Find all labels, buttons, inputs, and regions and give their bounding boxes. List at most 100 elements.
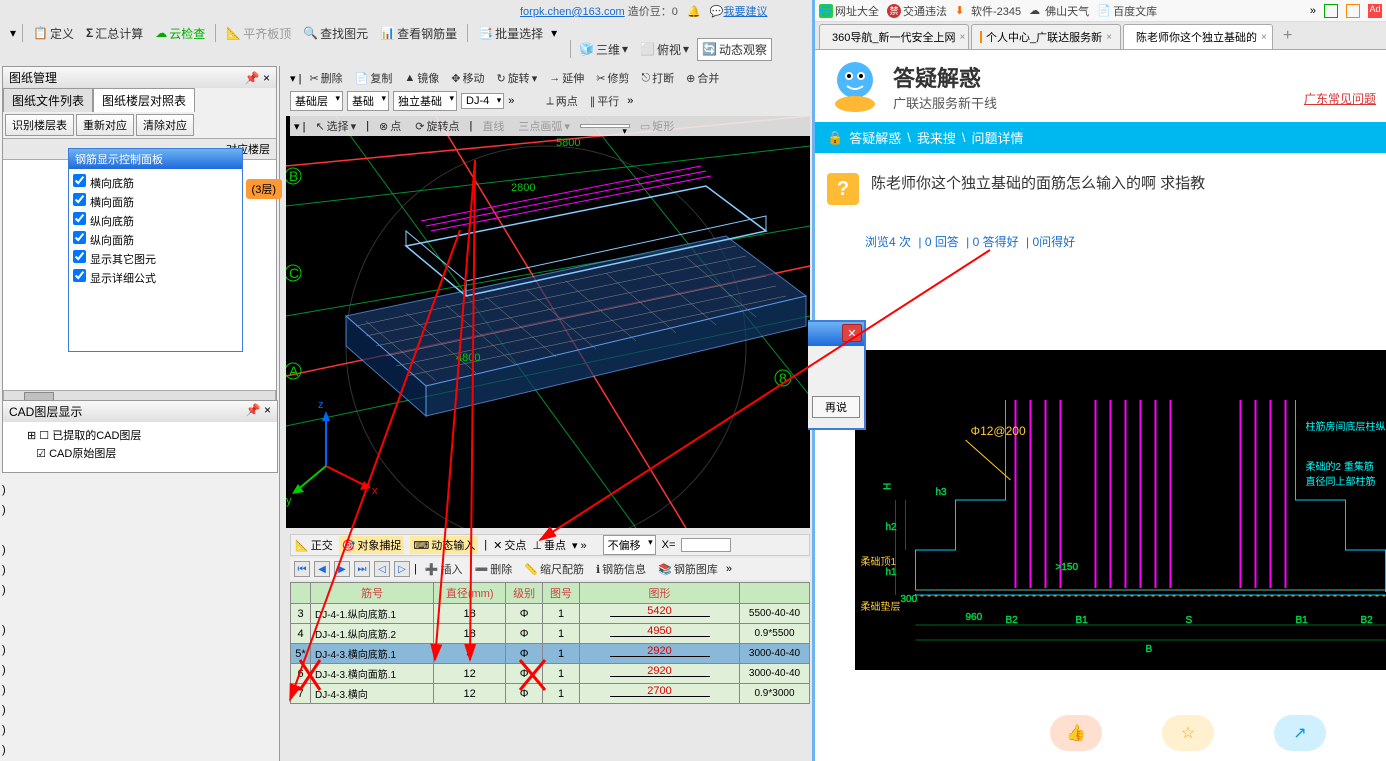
expand-icon[interactable]: » [726, 563, 732, 575]
suggest-link[interactable]: 我要建议 [723, 6, 767, 18]
btn-extend[interactable]: →延伸 [545, 68, 588, 88]
chk-intersect[interactable]: ✕交点 [493, 537, 526, 553]
bt-weather[interactable]: ☁佛山天气 [1029, 3, 1089, 19]
rebar-panel-title[interactable]: 钢筋显示控制面板 [69, 149, 242, 169]
browser-tab[interactable]: 个人中心_广联达服务新× [971, 24, 1121, 49]
chk-item-1[interactable]: 横向面筋 [73, 192, 238, 211]
expand-icon[interactable]: » [508, 95, 514, 107]
dd-empty[interactable] [580, 124, 630, 128]
nav-next2[interactable]: ▷ [394, 561, 410, 577]
more-icon[interactable]: ▾ » [572, 539, 587, 552]
dropdown-icon[interactable]: ▾ [10, 26, 16, 40]
btn-info[interactable]: ℹ钢筋信息 [592, 559, 650, 579]
chk-ortho[interactable]: 📐正交 [295, 537, 333, 553]
cloudcheck-button[interactable]: ☁云检查 [151, 23, 209, 44]
nav-prev2[interactable]: ◁ [374, 561, 390, 577]
dialog-close-button[interactable]: ✕ [842, 324, 862, 342]
close-icon[interactable]: × [264, 403, 271, 417]
cad-drawing-view[interactable]: h1 h2 H h3 >150 960 B2 B1 S B1 B2 B 300 … [855, 350, 1386, 670]
like-button[interactable]: 👍 [1050, 715, 1102, 751]
x-input[interactable] [681, 538, 731, 552]
dynview-button[interactable]: 🔄动态观察 [697, 38, 772, 61]
btn-clearmap[interactable]: 清除对应 [136, 114, 194, 136]
bt-software[interactable]: ⬇软件-2345 [955, 3, 1021, 19]
bc-home[interactable]: 答疑解惑 [849, 128, 901, 147]
chk-item-3[interactable]: 纵向面筋 [73, 230, 238, 249]
bt-sites[interactable]: 🌐网址大全 [819, 3, 879, 19]
browser-tab-active[interactable]: 陈老师你这个独立基础的× [1123, 24, 1273, 49]
close-icon[interactable]: × [1261, 32, 1267, 43]
btn-parallel[interactable]: ∥平行 [586, 91, 624, 111]
more-icon[interactable]: » [1310, 5, 1316, 17]
sq-icon[interactable] [1346, 4, 1360, 18]
chk-item-5[interactable]: 显示详细公式 [73, 268, 238, 287]
pin-icon[interactable]: 📌 [246, 403, 261, 417]
btn-rect[interactable]: ▭矩形 [636, 116, 678, 136]
dd-floor[interactable]: 基础层 [290, 91, 343, 111]
dd-category[interactable]: 基础 [347, 91, 389, 111]
rebar-table[interactable]: 筋号 直径(mm) 级别 图号 图形 3DJ-4-1.纵向底筋.1 18Φ1 5… [290, 582, 810, 704]
btn-merge[interactable]: ⊕合并 [682, 68, 723, 88]
btn-twopoint[interactable]: ⟂两点 [542, 91, 581, 111]
dd-noshift[interactable]: 不偏移 [603, 535, 656, 555]
nav-prev[interactable]: ◀ [314, 561, 330, 577]
flatten-button[interactable]: 📐平齐板顶 [222, 23, 295, 44]
btn-delete-row[interactable]: ➖删除 [471, 559, 517, 579]
tree-item-extracted[interactable]: ⊞ ☐ 已提取的CAD图层 [7, 426, 273, 444]
tab-floormap[interactable]: 图纸楼层对照表 [93, 88, 195, 112]
close-icon[interactable]: × [1106, 32, 1112, 43]
btn-trim[interactable]: ✂修剪 [592, 68, 633, 88]
faq-link[interactable]: 广东常见问题 [1304, 90, 1376, 107]
bt-traffic[interactable]: 禁交通违法 [887, 3, 947, 19]
dd-type[interactable]: 独立基础 [393, 91, 457, 111]
btn-lib[interactable]: 📚钢筋图库 [654, 559, 722, 579]
3d-button[interactable]: 🧊三维 ▾ [575, 39, 632, 60]
viewrebar-button[interactable]: 📊查看钢筋量 [376, 23, 461, 44]
close-icon[interactable]: × [959, 32, 965, 43]
btn-move[interactable]: ✥移动 [447, 68, 488, 88]
dropdown-icon[interactable]: ▾ [551, 26, 557, 40]
browser-tab[interactable]: 360导航_新一代安全上网× [819, 24, 969, 49]
nav-next[interactable]: ▶ [334, 561, 350, 577]
tree-item-original[interactable]: ☑ CAD原始图层 [7, 444, 273, 462]
btn-delete[interactable]: ✂删除 [305, 68, 346, 88]
nav-first[interactable]: ⏮ [294, 561, 310, 577]
findgraph-button[interactable]: 🔍查找图元 [299, 23, 372, 44]
3d-viewport[interactable]: C B A 8 5800 2800 4800 z x y [286, 116, 810, 528]
btn-break[interactable]: ⎋打断 [637, 68, 678, 88]
btn-rotate[interactable]: ↻旋转 ▾ [492, 68, 541, 88]
dialog-later-button[interactable]: 再说 [812, 396, 860, 418]
tab-filelist[interactable]: 图纸文件列表 [3, 88, 93, 112]
star-button[interactable]: ☆ [1162, 715, 1214, 751]
close-icon[interactable]: × [263, 71, 270, 85]
btn-select[interactable]: ↖选择 ▾ [311, 116, 360, 136]
user-email[interactable]: forpk.chen@163.com [520, 6, 625, 18]
pin-icon[interactable]: 📌 [245, 71, 260, 85]
chk-objsnap[interactable]: 🎯对象捕捉 [339, 536, 405, 554]
sumcalc-button[interactable]: Σ 汇总计算 [82, 23, 147, 44]
define-button[interactable]: 📋定义 [29, 23, 78, 44]
chk-item-0[interactable]: 横向底筋 [73, 173, 238, 192]
dropdown-icon[interactable]: ▾ | [294, 120, 305, 133]
chk-item-2[interactable]: 纵向底筋 [73, 211, 238, 230]
btn-rotpoint[interactable]: ⟳旋转点 [411, 116, 463, 136]
topview-button[interactable]: ⬜俯视 ▾ [636, 39, 693, 60]
share-button[interactable]: ↗ [1274, 715, 1326, 751]
chk-dyninput[interactable]: ⌨动态输入 [410, 536, 478, 554]
bt-wenku[interactable]: 📄百度文库 [1097, 3, 1157, 19]
dd-component[interactable]: DJ-4 [461, 93, 504, 109]
btn-scale[interactable]: 📏缩尺配筋 [520, 559, 588, 579]
btn-copy[interactable]: 📄复制 [351, 68, 397, 88]
nav-last[interactable]: ⏭ [354, 561, 370, 577]
expand-icon[interactable]: » [627, 95, 633, 107]
btn-insert[interactable]: ➕插入 [421, 559, 467, 579]
bc-search[interactable]: 我来搜 [917, 128, 956, 147]
bell-icon[interactable]: 🔔 [687, 6, 701, 18]
btn-mirror[interactable]: ▲镜像 [400, 68, 443, 88]
dropdown-icon[interactable]: ▾ | [290, 72, 301, 85]
new-tab-button[interactable]: + [1275, 23, 1300, 49]
batchsel-button[interactable]: 📑批量选择 [474, 23, 547, 44]
sq-icon[interactable] [1324, 4, 1338, 18]
btn-line[interactable]: 直线 [478, 116, 508, 136]
chk-perp[interactable]: ⊥垂点 [532, 537, 566, 553]
